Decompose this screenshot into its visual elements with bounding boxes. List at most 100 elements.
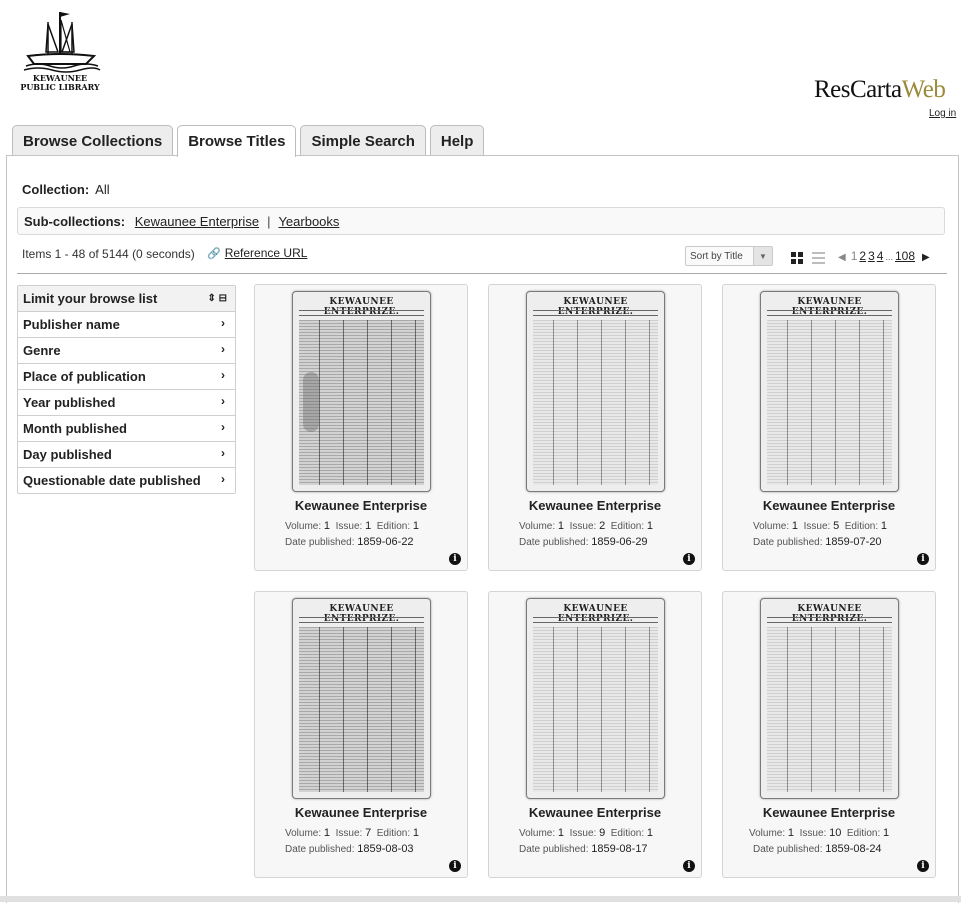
item-card[interactable]: KEWAUNEE ENTERPRIZE. Kewaunee Enterprise…	[254, 284, 468, 571]
card-date: Date published: 1859-08-17	[519, 843, 648, 855]
facet-month-published[interactable]: Month published ›	[18, 416, 235, 442]
facet-header-label: Limit your browse list	[23, 291, 158, 306]
collection-line: Collection: All	[22, 182, 110, 197]
info-icon[interactable]: i	[917, 553, 929, 565]
card-title[interactable]: Kewaunee Enterprise	[723, 805, 935, 820]
grid-view-icon[interactable]	[791, 252, 804, 265]
thumbnail-masthead: KEWAUNEE ENTERPRIZE.	[323, 297, 400, 317]
page-current: 1	[850, 249, 858, 263]
card-date: Date published: 1859-08-24	[753, 843, 882, 855]
newspaper-thumbnail[interactable]: KEWAUNEE ENTERPRIZE.	[292, 598, 431, 799]
chevron-right-icon: ›	[221, 472, 225, 486]
chevron-right-icon: ›	[221, 368, 225, 382]
facet-year-published[interactable]: Year published ›	[18, 390, 235, 416]
collection-value: All	[95, 182, 110, 197]
list-view-icon[interactable]	[812, 252, 825, 265]
facet-label: Genre	[23, 343, 61, 358]
facet-label: Place of publication	[23, 369, 146, 384]
reference-url-link[interactable]: 🔗 Reference URL	[207, 246, 307, 260]
tab-browse-titles[interactable]: Browse Titles	[177, 125, 297, 157]
info-icon[interactable]: i	[917, 860, 929, 872]
facet-day-published[interactable]: Day published ›	[18, 442, 235, 468]
info-icon[interactable]: i	[683, 860, 695, 872]
chevron-right-icon: ›	[221, 420, 225, 434]
facet-sidebar: Limit your browse list ⇕ ⊟ Publisher nam…	[17, 285, 236, 494]
chevron-right-icon: ›	[221, 446, 225, 460]
card-title[interactable]: Kewaunee Enterprise	[489, 498, 701, 513]
page-link-2[interactable]: 2	[859, 249, 866, 263]
tab-help[interactable]: Help	[429, 125, 485, 155]
facet-questionable-date[interactable]: Questionable date published ›	[18, 468, 235, 493]
info-icon[interactable]: i	[449, 860, 461, 872]
horizontal-scrollbar[interactable]	[0, 896, 961, 902]
chevron-right-icon: ›	[221, 342, 225, 356]
item-card[interactable]: KEWAUNEE ENTERPRIZE. Kewaunee Enterprise…	[722, 591, 936, 878]
facet-label: Year published	[23, 395, 116, 410]
prev-page-icon[interactable]: ◀	[838, 252, 846, 263]
item-card[interactable]: KEWAUNEE ENTERPRIZE. Kewaunee Enterprise…	[254, 591, 468, 878]
info-icon[interactable]: i	[683, 553, 695, 565]
newspaper-thumbnail[interactable]: KEWAUNEE ENTERPRIZE.	[526, 598, 665, 799]
subcollection-link-yearbooks[interactable]: Yearbooks	[278, 214, 339, 229]
link-icon: 🔗	[207, 248, 221, 260]
item-card[interactable]: KEWAUNEE ENTERPRIZE. Kewaunee Enterprise…	[488, 591, 702, 878]
facet-label: Day published	[23, 447, 112, 462]
newspaper-thumbnail[interactable]: KEWAUNEE ENTERPRIZE.	[760, 291, 899, 492]
card-date: Date published: 1859-07-20	[753, 536, 882, 548]
item-card[interactable]: KEWAUNEE ENTERPRIZE. Kewaunee Enterprise…	[722, 284, 936, 571]
card-date: Date published: 1859-06-22	[285, 536, 414, 548]
card-volume-issue: Volume: 1 Issue: 9 Edition: 1	[519, 827, 654, 839]
browse-panel: Collection: All Sub-collections: Kewaunee…	[6, 155, 959, 903]
newspaper-thumbnail[interactable]: KEWAUNEE ENTERPRIZE.	[526, 291, 665, 492]
sort-selected: Sort by Title	[690, 251, 743, 262]
card-title[interactable]: Kewaunee Enterprise	[255, 498, 467, 513]
facet-label: Questionable date published	[23, 473, 201, 488]
divider	[17, 273, 947, 274]
subcollections-label: Sub-collections:	[24, 214, 126, 229]
thumbnail-masthead: KEWAUNEE ENTERPRIZE.	[323, 604, 400, 624]
rescarta-web-brand[interactable]: ResCartaWeb	[814, 76, 946, 104]
subcollection-link-kewaunee-enterprise[interactable]: Kewaunee Enterprise	[135, 214, 259, 229]
facet-genre[interactable]: Genre ›	[18, 338, 235, 364]
collection-label: Collection:	[22, 182, 90, 197]
facet-publisher-name[interactable]: Publisher name ›	[18, 312, 235, 338]
brand-web: Web	[901, 76, 946, 103]
thumbnail-masthead: KEWAUNEE ENTERPRIZE.	[791, 297, 868, 317]
item-card[interactable]: KEWAUNEE ENTERPRIZE. Kewaunee Enterprise…	[488, 284, 702, 571]
facet-label: Publisher name	[23, 317, 120, 332]
reference-url-label: Reference URL	[224, 246, 308, 260]
login-link[interactable]: Log in	[929, 108, 956, 119]
subcollection-separator: |	[267, 214, 271, 229]
subcollections-bar: Sub-collections: Kewaunee Enterprise | Yea…	[17, 207, 945, 235]
page-link-last[interactable]: 108	[895, 249, 915, 263]
tab-simple-search[interactable]: Simple Search	[300, 125, 426, 155]
main-tabs: Browse Collections Browse Titles Simple …	[12, 125, 488, 157]
info-icon[interactable]: i	[449, 553, 461, 565]
card-date: Date published: 1859-08-03	[285, 843, 414, 855]
facet-header: Limit your browse list ⇕ ⊟	[18, 286, 235, 312]
next-page-icon[interactable]: ▶	[922, 252, 930, 263]
brand-main: ResCarta	[814, 76, 902, 103]
card-volume-issue: Volume: 1 Issue: 2 Edition: 1	[519, 520, 654, 532]
page-link-4[interactable]: 4	[877, 249, 884, 263]
library-logo[interactable]: KEWAUNEE PUBLIC LIBRARY	[18, 8, 102, 94]
page-link-3[interactable]: 3	[868, 249, 875, 263]
sort-collapse-icon[interactable]: ⇕ ⊟	[207, 290, 227, 307]
pagination: ◀ 1 2 3 4... 108 ▶	[838, 249, 932, 263]
facet-place-of-publication[interactable]: Place of publication ›	[18, 364, 235, 390]
logo-text: KEWAUNEE PUBLIC LIBRARY	[18, 74, 102, 92]
newspaper-thumbnail[interactable]: KEWAUNEE ENTERPRIZE.	[292, 291, 431, 492]
caret-down-icon: ▼	[753, 247, 772, 265]
newspaper-thumbnail[interactable]: KEWAUNEE ENTERPRIZE.	[760, 598, 899, 799]
sort-select[interactable]: Sort by Title ▼	[685, 246, 773, 266]
thumbnail-masthead: KEWAUNEE ENTERPRIZE.	[791, 604, 868, 624]
card-volume-issue: Volume: 1 Issue: 5 Edition: 1	[753, 520, 888, 532]
chevron-right-icon: ›	[221, 316, 225, 330]
tab-browse-collections[interactable]: Browse Collections	[12, 125, 174, 155]
card-title[interactable]: Kewaunee Enterprise	[255, 805, 467, 820]
thumbnail-masthead: KEWAUNEE ENTERPRIZE.	[557, 297, 634, 317]
logo-line-2: PUBLIC LIBRARY	[20, 82, 100, 92]
card-title[interactable]: Kewaunee Enterprise	[723, 498, 935, 513]
facet-label: Month published	[23, 421, 127, 436]
card-title[interactable]: Kewaunee Enterprise	[489, 805, 701, 820]
